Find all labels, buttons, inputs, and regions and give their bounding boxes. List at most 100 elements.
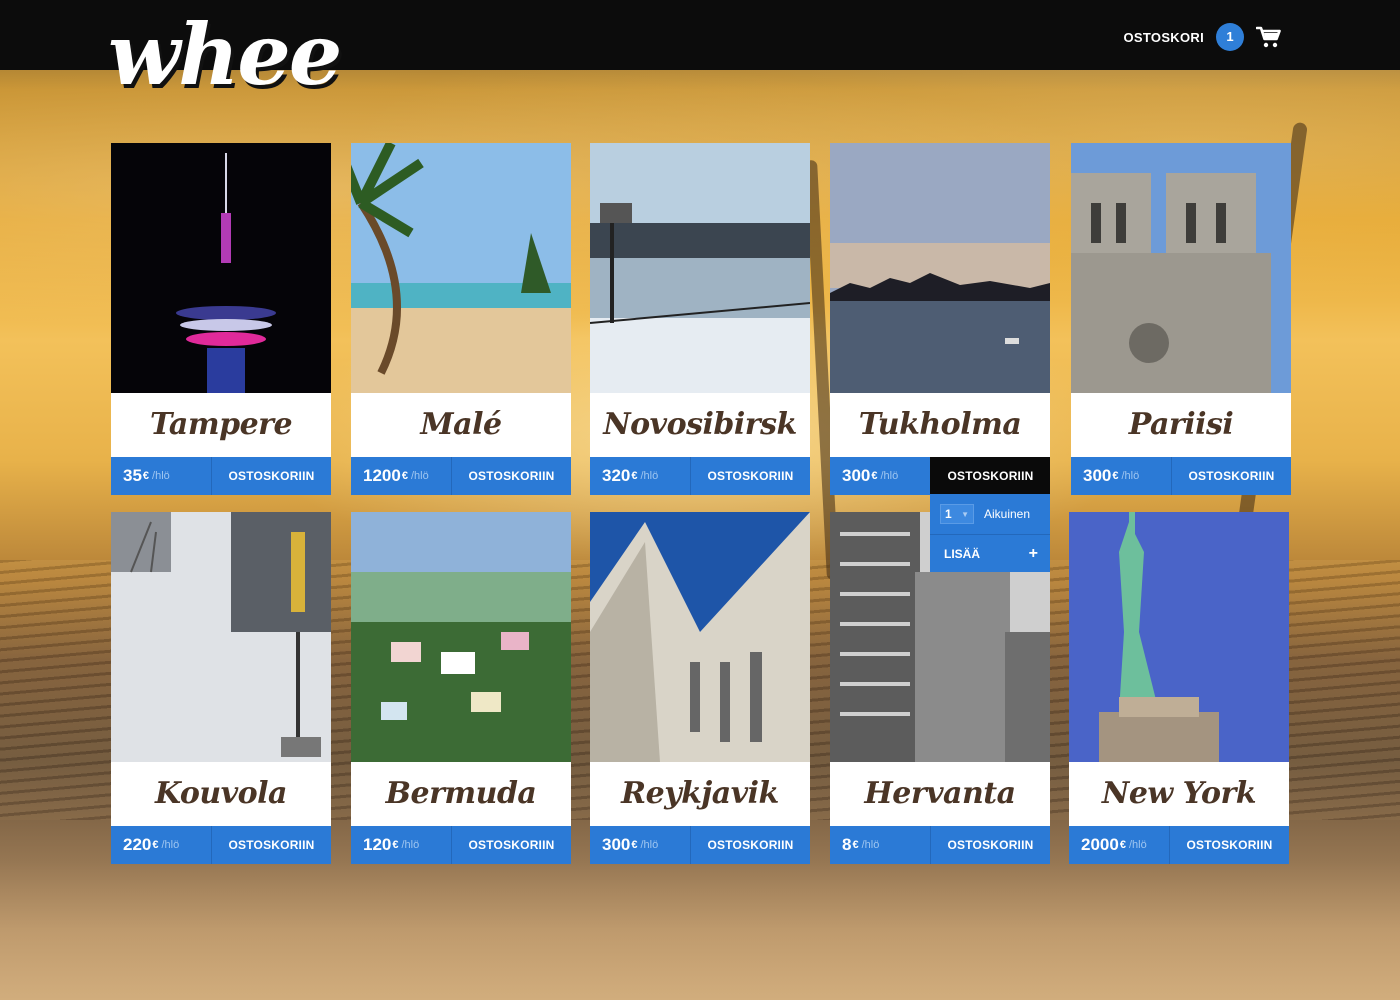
price-bar: 300 €/hlö OSTOSKORIIN	[830, 457, 1050, 495]
chevron-down-icon: ▼	[961, 509, 969, 519]
price-unit: /hlö	[640, 470, 659, 482]
price: 120 €/hlö	[351, 826, 451, 864]
destination-name-box: Reykjavik	[590, 762, 810, 826]
destination-name-box: Hervanta	[830, 762, 1050, 826]
add-to-cart-button[interactable]: OSTOSKORIIN	[211, 826, 331, 864]
destination-name: Tukholma	[858, 407, 1022, 442]
price-bar: 300 €/hlö OSTOSKORIIN	[1071, 457, 1291, 495]
destination-photo[interactable]	[1069, 512, 1289, 762]
destination-name: Bermuda	[385, 776, 537, 811]
destination-photo[interactable]	[590, 143, 810, 393]
add-to-cart-button-active[interactable]: OSTOSKORIIN	[930, 457, 1050, 495]
destination-card-bermuda[interactable]: Bermuda 120 €/hlö OSTOSKORIIN	[351, 512, 571, 864]
price-unit: /hlö	[161, 839, 180, 851]
destination-card-novosibirsk[interactable]: Novosibirsk 320 €/hlö OSTOSKORIIN	[590, 143, 810, 495]
add-to-cart-button[interactable]: OSTOSKORIIN	[211, 457, 331, 495]
destination-name-box: Tukholma	[830, 393, 1050, 457]
add-button[interactable]: LISÄÄ +	[930, 534, 1050, 572]
price-value: 35	[123, 466, 142, 485]
add-to-cart-button[interactable]: OSTOSKORIIN	[690, 826, 810, 864]
destination-name: New York	[1101, 776, 1257, 811]
quantity-row: 1 ▼ Aikuinen	[930, 494, 1050, 534]
quantity-value: 1	[945, 507, 952, 521]
cart-count-badge[interactable]: 1	[1216, 23, 1244, 51]
price: 300 €/hlö	[830, 457, 930, 495]
price-unit: /hlö	[640, 839, 659, 851]
destination-card-tukholma[interactable]: Tukholma 300 €/hlö OSTOSKORIIN	[830, 143, 1050, 495]
destination-name-box: Kouvola	[111, 762, 331, 826]
price-unit: /hlö	[152, 470, 170, 482]
destination-photo[interactable]	[830, 143, 1050, 393]
price-currency: €	[1112, 470, 1119, 482]
price: 2000 €/hlö	[1069, 826, 1169, 864]
destination-name: Hervanta	[864, 776, 1016, 811]
price-bar: 300 €/hlö OSTOSKORIIN	[590, 826, 810, 864]
add-to-cart-button[interactable]: OSTOSKORIIN	[690, 457, 810, 495]
price-currency: €	[142, 470, 150, 482]
price-unit: /hlö	[1128, 839, 1147, 851]
destination-card-kouvola[interactable]: Kouvola 220 €/hlö OSTOSKORIIN	[111, 512, 331, 864]
destination-card-new-york[interactable]: New York 2000 €/hlö OSTOSKORIIN	[1069, 512, 1289, 864]
shopping-cart-icon[interactable]	[1256, 25, 1282, 49]
price-value: 300	[602, 835, 631, 854]
destination-card-male[interactable]: Malé 1200 €/hlö OSTOSKORIIN	[351, 143, 571, 495]
price-bar: 320 €/hlö OSTOSKORIIN	[590, 457, 810, 495]
price: 300 €/hlö	[1071, 457, 1171, 495]
price-value: 1200	[363, 466, 401, 485]
cart-label[interactable]: OSTOSKORI	[1124, 30, 1204, 45]
price-value: 300	[1083, 466, 1112, 485]
price: 8 €/hlö	[830, 826, 930, 864]
price-value: 220	[123, 835, 152, 854]
price: 1200 €/hlö	[351, 457, 451, 495]
price-currency: €	[1119, 839, 1126, 851]
price-currency: €	[871, 470, 878, 482]
price: 220 €/hlö	[111, 826, 211, 864]
price-value: 8	[842, 835, 852, 854]
add-to-cart-button[interactable]: OSTOSKORIIN	[1169, 826, 1289, 864]
add-to-cart-button[interactable]: OSTOSKORIIN	[930, 826, 1050, 864]
price-unit: /hlö	[1121, 470, 1140, 482]
destination-photo[interactable]	[351, 143, 571, 393]
add-to-cart-button[interactable]: OSTOSKORIIN	[451, 457, 571, 495]
price-unit: /hlö	[410, 470, 429, 482]
destination-name: Reykjavik	[621, 776, 779, 811]
destination-name: Pariisi	[1128, 407, 1234, 442]
price-value: 120	[363, 835, 392, 854]
destination-card-pariisi[interactable]: Pariisi 300 €/hlö OSTOSKORIIN	[1071, 143, 1291, 495]
destination-name-box: Tampere	[111, 393, 331, 457]
add-to-cart-button[interactable]: OSTOSKORIIN	[451, 826, 571, 864]
add-button-label: LISÄÄ	[944, 546, 980, 561]
destination-card-reykjavik[interactable]: Reykjavik 300 €/hlö OSTOSKORIIN	[590, 512, 810, 864]
price-value: 320	[602, 466, 631, 485]
destination-photo[interactable]	[590, 512, 810, 762]
price-value: 2000	[1081, 835, 1119, 854]
destination-name: Novosibirsk	[603, 407, 797, 442]
destination-photo[interactable]	[1071, 143, 1291, 393]
destination-photo[interactable]	[111, 143, 331, 393]
destination-name: Kouvola	[154, 776, 288, 811]
price-bar: 220 €/hlö OSTOSKORIIN	[111, 826, 331, 864]
price-bar: 8 €/hlö OSTOSKORIIN	[830, 826, 1050, 864]
cart-area[interactable]: OSTOSKORI 1	[1124, 22, 1282, 52]
price-bar: 2000 €/hlö OSTOSKORIIN	[1069, 826, 1289, 864]
destination-name: Tampere	[149, 407, 293, 442]
destination-card-tampere[interactable]: Tampere 35 €/hlö OSTOSKORIIN	[111, 143, 331, 495]
plus-icon: +	[1028, 544, 1038, 562]
destination-name-box: Bermuda	[351, 762, 571, 826]
price-unit: /hlö	[861, 839, 880, 851]
destination-photo[interactable]	[351, 512, 571, 762]
price-currency: €	[631, 470, 638, 482]
price-value: 300	[842, 466, 871, 485]
quantity-select[interactable]: 1 ▼	[940, 504, 974, 524]
add-to-cart-dropdown: 1 ▼ Aikuinen LISÄÄ +	[930, 494, 1050, 572]
price-bar: 35 €/hlö OSTOSKORIIN	[111, 457, 331, 495]
price-currency: €	[631, 839, 638, 851]
price: 320 €/hlö	[590, 457, 690, 495]
destination-photo[interactable]	[111, 512, 331, 762]
price-currency: €	[852, 839, 859, 851]
price-currency: €	[152, 839, 159, 851]
logo[interactable]: whee	[108, 0, 342, 110]
destination-name-box: Novosibirsk	[590, 393, 810, 457]
price-bar: 1200 €/hlö OSTOSKORIIN	[351, 457, 571, 495]
add-to-cart-button[interactable]: OSTOSKORIIN	[1171, 457, 1291, 495]
